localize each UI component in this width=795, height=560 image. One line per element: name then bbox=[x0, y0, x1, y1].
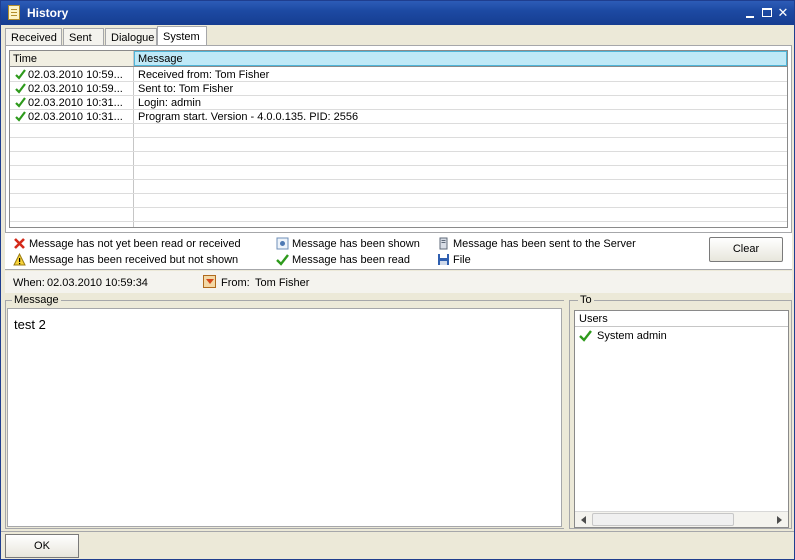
users-column-header[interactable]: Users bbox=[575, 311, 788, 327]
green-check-icon bbox=[276, 254, 289, 266]
scrollbar-thumb[interactable] bbox=[592, 513, 734, 526]
history-window: History ✕ Received Sent Dialogue System … bbox=[0, 0, 795, 560]
message-info-bar: When: 02.03.2010 10:59:34 From: Tom Fish… bbox=[5, 271, 792, 293]
window-title: History bbox=[27, 6, 69, 20]
empty-row bbox=[10, 208, 787, 222]
history-document-icon bbox=[8, 5, 20, 20]
column-header-time[interactable]: Time bbox=[10, 51, 134, 66]
cell-time: 02.03.2010 10:31... bbox=[28, 111, 123, 123]
empty-row bbox=[10, 124, 787, 138]
green-check-icon bbox=[15, 97, 26, 108]
empty-row bbox=[10, 180, 787, 194]
to-caption: To bbox=[578, 294, 594, 306]
server-icon bbox=[439, 237, 448, 250]
message-shown-icon bbox=[276, 237, 289, 250]
recipients-group: To Users System admin bbox=[569, 294, 792, 529]
divider bbox=[5, 269, 792, 270]
tab-system[interactable]: System bbox=[157, 26, 207, 46]
sender-icon bbox=[203, 275, 216, 288]
minimize-icon bbox=[746, 16, 754, 18]
clear-button[interactable]: Clear bbox=[709, 237, 783, 262]
empty-row bbox=[10, 194, 787, 208]
maximize-icon bbox=[762, 8, 772, 17]
cell-message: Login: admin bbox=[138, 97, 201, 109]
scroll-right-icon[interactable] bbox=[773, 515, 785, 525]
cell-message: Program start. Version - 4.0.0.135. PID:… bbox=[138, 111, 359, 123]
history-grid[interactable]: Time Message 02.03.2010 10:59... Receive… bbox=[9, 50, 788, 228]
close-icon: ✕ bbox=[777, 5, 789, 20]
from-value: Tom Fisher bbox=[255, 277, 310, 289]
empty-row bbox=[10, 138, 787, 152]
tab-sent[interactable]: Sent bbox=[63, 28, 104, 46]
from-label: From: bbox=[221, 277, 250, 289]
message-text: test 2 bbox=[14, 317, 46, 332]
tab-received[interactable]: Received bbox=[5, 28, 62, 46]
warning-icon bbox=[13, 253, 26, 266]
status-legend: Message has not yet been read or receive… bbox=[5, 233, 792, 269]
floppy-disk-icon bbox=[438, 254, 449, 265]
tab-dialogue[interactable]: Dialogue bbox=[105, 28, 157, 46]
cell-time: 02.03.2010 10:59... bbox=[28, 69, 123, 81]
table-row[interactable]: 02.03.2010 10:59... Received from: Tom F… bbox=[10, 68, 787, 82]
users-list[interactable]: Users System admin bbox=[574, 310, 789, 528]
grid-header: Time Message bbox=[10, 51, 787, 67]
message-caption: Message bbox=[12, 294, 61, 306]
user-name: System admin bbox=[597, 330, 667, 342]
table-row[interactable]: 02.03.2010 10:59... Sent to: Tom Fisher bbox=[10, 82, 787, 96]
cell-time: 02.03.2010 10:59... bbox=[28, 83, 123, 95]
green-check-icon bbox=[579, 330, 592, 342]
empty-row bbox=[10, 152, 787, 166]
close-button[interactable]: ✕ bbox=[776, 6, 790, 20]
table-row[interactable]: 02.03.2010 10:31... Program start. Versi… bbox=[10, 110, 787, 124]
red-cross-icon bbox=[14, 238, 25, 249]
cell-message: Received from: Tom Fisher bbox=[138, 69, 270, 81]
column-header-message[interactable]: Message bbox=[134, 51, 787, 66]
green-check-icon bbox=[15, 111, 26, 122]
title-bar[interactable]: History ✕ bbox=[1, 1, 794, 25]
scroll-left-icon[interactable] bbox=[578, 515, 590, 525]
footer-bar: OK bbox=[1, 531, 794, 559]
cell-message: Sent to: Tom Fisher bbox=[138, 83, 234, 95]
ok-button[interactable]: OK bbox=[5, 534, 79, 558]
message-body[interactable]: test 2 bbox=[7, 308, 562, 527]
horizontal-scrollbar[interactable] bbox=[575, 511, 788, 527]
table-row[interactable]: 02.03.2010 10:31... Login: admin bbox=[10, 96, 787, 110]
green-check-icon bbox=[15, 83, 26, 94]
when-value: 02.03.2010 10:59:34 bbox=[47, 277, 148, 289]
empty-row bbox=[10, 166, 787, 180]
green-check-icon bbox=[15, 69, 26, 80]
when-label: When: bbox=[13, 277, 45, 289]
system-tab-panel: Time Message 02.03.2010 10:59... Receive… bbox=[5, 45, 792, 233]
cell-time: 02.03.2010 10:31... bbox=[28, 97, 123, 109]
maximize-button[interactable] bbox=[760, 6, 774, 20]
minimize-button[interactable] bbox=[743, 6, 757, 20]
message-group: Message test 2 bbox=[5, 294, 564, 529]
